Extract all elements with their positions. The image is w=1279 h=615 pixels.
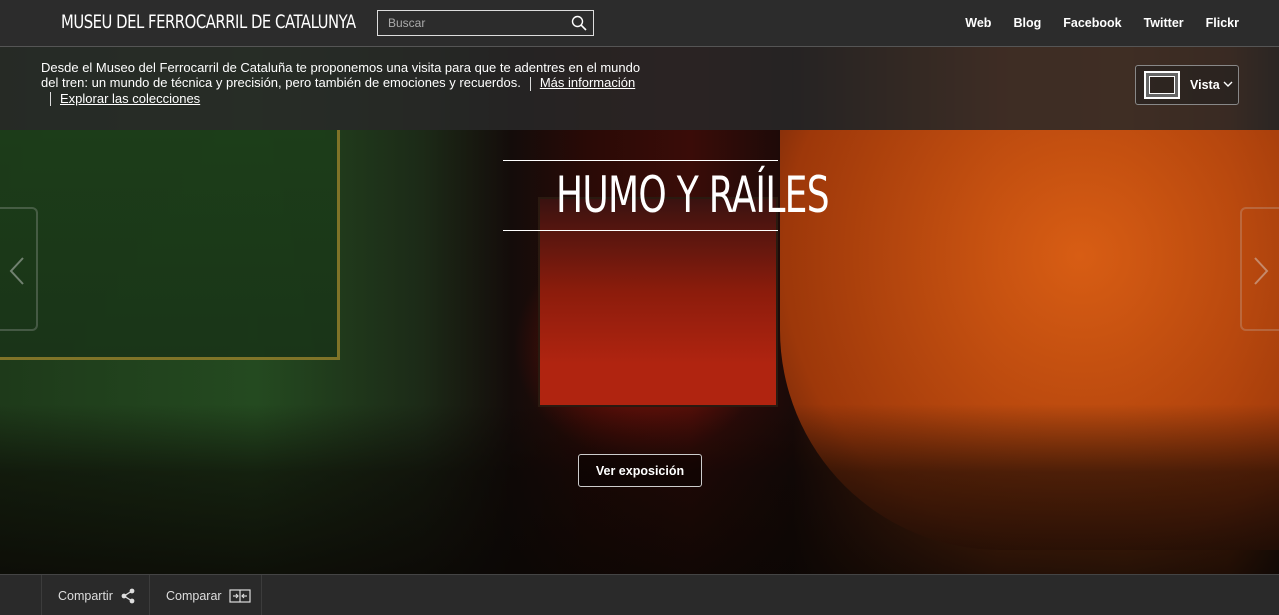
share-label: Compartir [58,588,113,603]
nav-link-web[interactable]: Web [965,16,991,30]
chevron-right-icon [1254,257,1269,285]
external-links: Web Blog Facebook Twitter Flickr [943,16,1239,30]
search-box [377,10,594,36]
explore-collections-link[interactable]: Explorar las colecciones [60,91,200,106]
share-button[interactable]: Compartir [41,575,149,615]
search-input[interactable] [378,11,568,35]
previous-slide-button[interactable] [0,207,38,331]
exhibition-title: HUMO Y RAÍLES [503,160,830,231]
top-navigation-bar: MUSEU DEL FERROCARRIL DE CATALUNYA Web B… [0,0,1279,47]
hero-bg-green-carriage [0,130,340,360]
hero-banner: Desde el Museo del Ferrocarril de Catalu… [0,47,1279,574]
nav-link-blog[interactable]: Blog [1013,16,1041,30]
compare-button[interactable]: Comparar [149,575,262,615]
view-selector-label: Vista [1190,78,1220,92]
intro-block: Desde el Museo del Ferrocarril de Catalu… [41,60,651,107]
compare-label: Comparar [166,588,222,603]
share-icon [121,588,135,603]
nav-link-facebook[interactable]: Facebook [1063,16,1121,30]
view-frame-icon [1144,71,1180,99]
nav-link-twitter[interactable]: Twitter [1144,16,1184,30]
chevron-left-icon [9,257,24,285]
bottom-toolbar: Compartir Comparar [0,574,1279,615]
next-slide-button[interactable] [1240,207,1279,331]
search-icon[interactable] [571,15,587,31]
nav-link-flickr[interactable]: Flickr [1206,16,1239,30]
chevron-down-icon [1223,81,1233,87]
view-exhibition-button[interactable]: Ver exposición [578,454,702,487]
view-selector-button[interactable]: Vista [1135,65,1239,105]
hero-bg-floor-shade [0,404,1279,574]
compare-icon [228,588,251,603]
divider [529,76,531,91]
site-title[interactable]: MUSEU DEL FERROCARRIL DE CATALUNYA [61,11,356,33]
exhibition-title-text: HUMO Y RAÍLES [556,166,830,224]
more-info-link[interactable]: Más información [540,75,635,90]
divider [50,92,51,107]
